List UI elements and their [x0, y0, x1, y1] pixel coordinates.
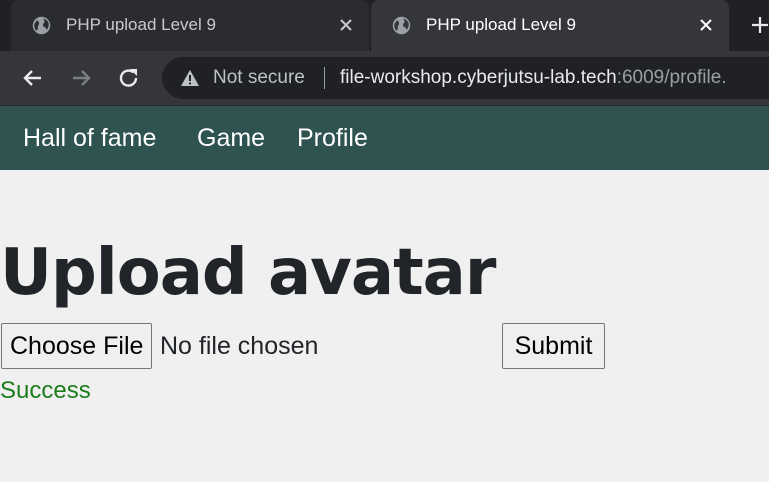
url-text[interactable]: file-workshop.cyberjutsu-lab.tech:6009/p…: [340, 67, 727, 89]
browser-tab-2[interactable]: PHP upload Level 9: [371, 0, 729, 51]
new-tab-plus-icon[interactable]: [748, 12, 769, 38]
choose-file-button[interactable]: Choose File: [1, 323, 153, 369]
file-status-text: No file chosen: [160, 332, 319, 360]
forward-arrow-icon[interactable]: [68, 65, 94, 91]
warning-triangle-icon[interactable]: [180, 69, 200, 87]
upload-result-message: Success: [0, 377, 91, 404]
submit-button[interactable]: Submit: [502, 323, 605, 369]
nav-link-hall-of-fame[interactable]: Hall of fame: [23, 124, 156, 153]
nav-link-profile[interactable]: Profile: [297, 124, 368, 153]
omnibox-divider: [324, 67, 325, 89]
security-status-label[interactable]: Not secure: [213, 67, 305, 89]
globe-icon: [32, 16, 51, 35]
back-arrow-icon[interactable]: [20, 65, 46, 91]
address-bar[interactable]: Not secure file-workshop.cyberjutsu-lab.…: [162, 57, 769, 99]
nav-link-game[interactable]: Game: [197, 124, 265, 153]
browser-tab-1[interactable]: PHP upload Level 9: [11, 0, 369, 51]
close-icon[interactable]: [695, 14, 717, 36]
tab-title: PHP upload Level 9: [426, 15, 576, 34]
page-title: Upload avatar: [0, 236, 496, 310]
close-icon[interactable]: [335, 14, 357, 36]
tab-title: PHP upload Level 9: [66, 15, 216, 34]
url-path: :6009/profile.: [616, 67, 727, 88]
globe-icon: [392, 16, 411, 35]
reload-icon[interactable]: [116, 65, 142, 91]
site-navbar: Hall of fame Game Profile: [0, 106, 769, 170]
url-host: file-workshop.cyberjutsu-lab.tech: [340, 67, 617, 88]
browser-tab-strip: PHP upload Level 9 PHP upload Level 9: [0, 0, 769, 51]
browser-toolbar: Not secure file-workshop.cyberjutsu-lab.…: [0, 51, 769, 106]
